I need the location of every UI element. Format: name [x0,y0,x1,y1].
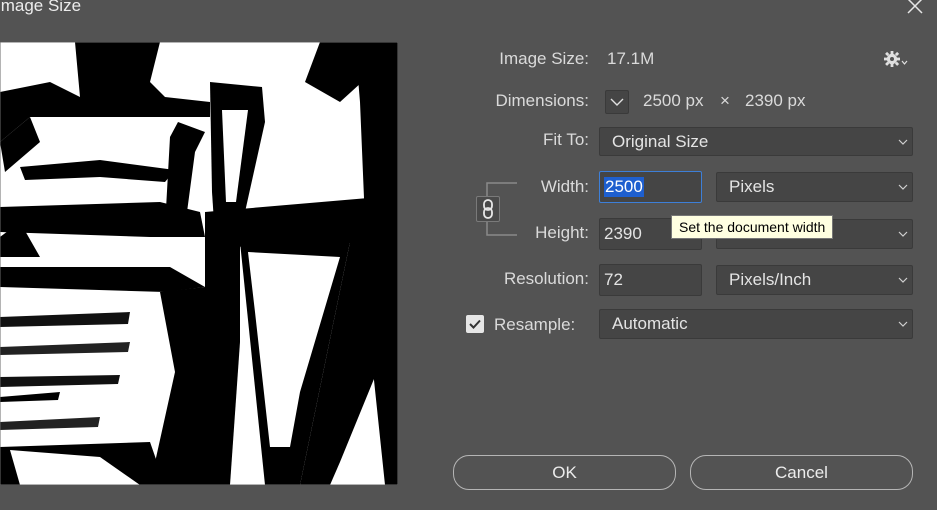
height-label: Height: [535,223,589,242]
width-unit-select[interactable]: Pixels [716,172,913,202]
dimensions-times: × [720,91,730,110]
fit-to-select[interactable]: Original Size [599,127,913,156]
resample-checkbox[interactable] [466,315,484,333]
chevron-down-icon [898,277,908,283]
chevron-down-icon [898,139,908,145]
chevron-down-icon [898,321,908,327]
tooltip: Set the document width [671,215,834,239]
image-size-value: 17.1M [607,49,655,68]
resolution-input[interactable]: 72 [599,264,702,296]
dimensions-height: 2390 px [745,91,806,110]
constrain-proportions-toggle[interactable] [476,196,500,222]
chevron-down-icon [610,98,624,106]
width-input[interactable]: 2500 [599,171,702,203]
checkmark-icon [469,319,481,329]
resolution-unit-select[interactable]: Pixels/Inch [716,265,913,295]
window-title: Image Size [0,0,82,15]
chevron-down-icon [898,184,908,190]
width-value: 2500 [604,177,644,197]
resolution-value: 72 [604,270,623,289]
preview-image [0,42,398,485]
gear-icon[interactable] [883,50,909,70]
resolution-label: Resolution: [503,269,589,288]
ok-button[interactable]: OK [453,455,676,490]
resample-select[interactable]: Automatic [599,309,913,339]
dimensions-width: 2500 px [643,91,704,110]
cancel-button[interactable]: Cancel [690,455,913,490]
resample-value: Automatic [612,314,688,333]
link-icon [483,199,493,219]
image-size-label: Image Size: [499,49,589,68]
resample-label: Resample: [494,315,576,334]
tooltip-text: Set the document width [679,219,826,235]
resolution-unit-value: Pixels/Inch [729,270,812,289]
width-label: Width: [540,177,589,196]
width-unit-value: Pixels [729,177,775,196]
image-preview[interactable] [0,42,398,485]
close-icon[interactable] [904,0,926,17]
dimensions-label: Dimensions: [495,91,589,110]
title-bar: Image Size [0,0,937,22]
height-value: 2390 [604,224,642,243]
fit-to-value: Original Size [612,132,709,151]
chevron-down-icon [898,231,908,237]
dimensions-dropdown[interactable] [605,90,629,114]
fit-to-label: Fit To: [543,130,589,149]
